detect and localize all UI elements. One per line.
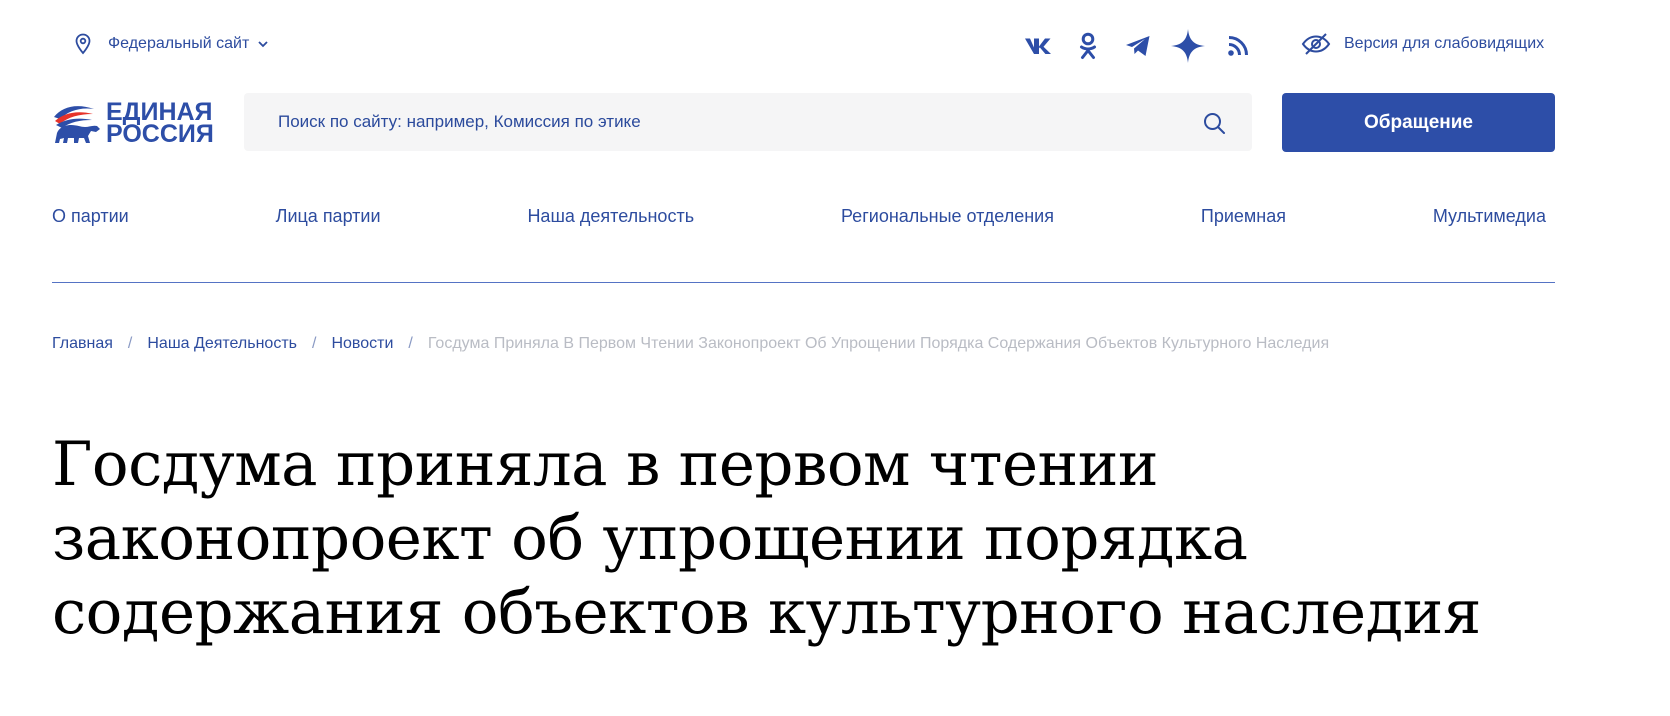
region-selector[interactable]: Федеральный сайт xyxy=(74,30,269,58)
breadcrumb-separator: / xyxy=(127,335,133,352)
site-logo[interactable]: ЕДИНАЯ РОССИЯ xyxy=(52,98,222,148)
nav-item-our-activity[interactable]: Наша деятельность xyxy=(527,206,694,227)
region-label: Федеральный сайт xyxy=(108,35,250,52)
nav-divider xyxy=(52,282,1555,283)
eye-slash-icon xyxy=(1301,33,1331,55)
breadcrumb-separator: / xyxy=(408,335,413,352)
vk-icon xyxy=(1025,38,1051,54)
article-title-line: законопроект об упрощении порядка xyxy=(52,503,1248,574)
telegram-link[interactable] xyxy=(1120,28,1156,64)
social-links xyxy=(1020,26,1270,66)
accessibility-version-link[interactable]: Версия для слабовидящих xyxy=(1300,30,1544,58)
rss-icon xyxy=(1228,36,1248,56)
nav-item-regional-branches[interactable]: Региональные отделения xyxy=(841,206,1054,227)
accessibility-label: Версия для слабовидящих xyxy=(1344,35,1545,52)
article-title: Госдума приняла в первом чтении законопр… xyxy=(52,428,1612,650)
main-nav: О партии Лица партии Наша деятельность Р… xyxy=(52,194,1546,238)
nav-item-party-faces[interactable]: Лица партии xyxy=(276,206,381,227)
appeal-button[interactable]: Обращение xyxy=(1282,93,1555,152)
breadcrumb-separator: / xyxy=(311,335,317,352)
odnoklassniki-icon xyxy=(1080,32,1096,59)
search-bar xyxy=(244,93,1252,151)
breadcrumb-our-activity[interactable]: Наша Деятельность xyxy=(147,335,297,353)
odnoklassniki-link[interactable] xyxy=(1070,28,1106,64)
nav-item-about-party[interactable]: О партии xyxy=(52,206,129,227)
star-link[interactable] xyxy=(1170,28,1206,64)
nav-item-reception[interactable]: Приемная xyxy=(1201,206,1286,227)
star-icon xyxy=(1171,29,1205,63)
breadcrumb-home[interactable]: Главная xyxy=(52,335,113,353)
breadcrumb-current: Госдума Приняла В Первом Чтении Законопр… xyxy=(427,335,1330,352)
search-input[interactable] xyxy=(276,111,1196,133)
telegram-icon xyxy=(1126,36,1150,56)
vk-link[interactable] xyxy=(1020,28,1056,64)
location-pin-icon xyxy=(75,33,91,55)
rss-link[interactable] xyxy=(1220,28,1256,64)
article-title-line: содержания объектов культурного наследия xyxy=(52,577,1481,648)
breadcrumb-news[interactable]: Новости xyxy=(331,335,393,353)
bear-flag-logo-icon xyxy=(54,106,100,143)
logo-line-2: РОССИЯ xyxy=(106,120,214,148)
top-bar: Федеральный сайт Версия для слабовидящих xyxy=(0,0,1670,88)
chevron-down-icon xyxy=(258,41,268,48)
breadcrumb: Главная / Наша Деятельность / Новости / … xyxy=(52,332,1329,356)
article-title-line: Госдума приняла в первом чтении xyxy=(52,429,1159,500)
logo-wordmark: ЕДИНАЯ РОССИЯ xyxy=(106,100,214,148)
nav-item-multimedia[interactable]: Мультимедиа xyxy=(1433,206,1546,227)
search-icon[interactable] xyxy=(1202,111,1226,135)
